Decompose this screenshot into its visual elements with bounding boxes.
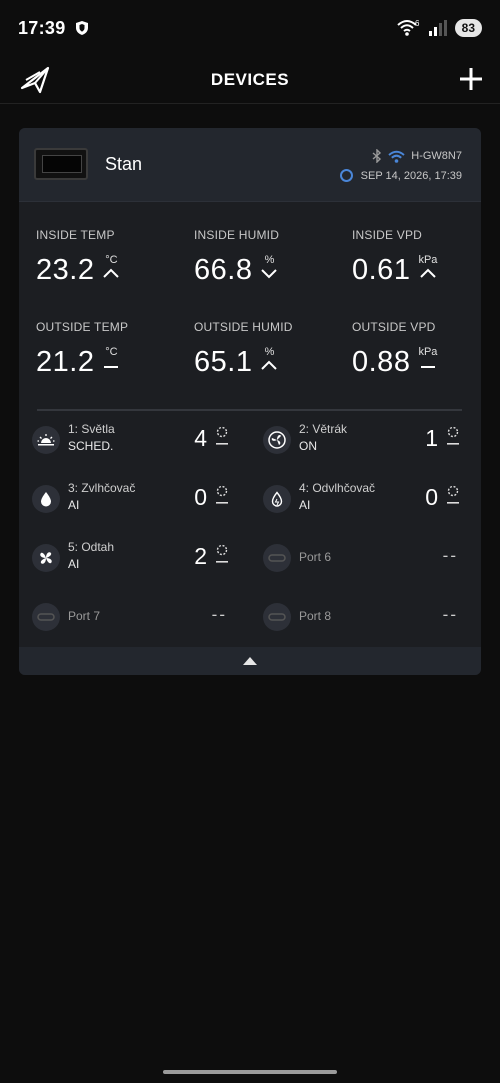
logo-icon[interactable] (20, 66, 50, 94)
sensor-value: 65.1 (194, 346, 253, 378)
sensor-inside-humid[interactable]: INSIDE HUMID 66.8 % (194, 228, 334, 287)
level-indicator-icon (447, 426, 459, 445)
port-level: 2 (194, 543, 207, 569)
port-mode: AI (68, 557, 80, 571)
plus-icon[interactable] (458, 66, 484, 92)
bluetooth-icon (372, 149, 382, 163)
light-icon (32, 426, 60, 454)
sensor-inside-temp[interactable]: INSIDE TEMP 23.2 °C (36, 228, 176, 287)
trend-down-icon (261, 269, 278, 279)
port-mode: AI (68, 498, 80, 512)
port-name: 2: Větrák (299, 422, 348, 436)
sensor-value: 23.2 (36, 254, 95, 286)
plug-icon (263, 603, 291, 631)
sensor-label: INSIDE TEMP (36, 228, 115, 242)
plug-icon (263, 544, 291, 572)
device-timestamp: SEP 14, 2026, 17:39 (360, 169, 462, 182)
port-2[interactable]: 2: Větrák ON 1 (250, 422, 468, 462)
sensor-label: OUTSIDE VPD (352, 320, 436, 334)
card-collapse-bar[interactable] (19, 647, 481, 675)
trend-flat-icon (104, 366, 119, 368)
port-mode: SCHED. (68, 439, 114, 453)
app-header: DEVICES (0, 56, 500, 104)
port-1[interactable]: 1: Světla SCHED. 4 (19, 422, 237, 462)
level-indicator-icon (447, 485, 459, 504)
sensor-unit: kPa (418, 346, 438, 358)
collapse-up-icon[interactable] (243, 657, 257, 665)
sensor-unit: °C (105, 254, 118, 266)
svg-text:6: 6 (415, 19, 420, 28)
divider (37, 409, 462, 411)
sensor-unit: kPa (418, 254, 438, 266)
device-card-header[interactable]: Stan H-GW8N7 SEP 14, 2026, 17:39 (19, 128, 481, 202)
port-mode: ON (299, 439, 317, 453)
sensor-unit: % (264, 254, 275, 266)
port-level: 0 (194, 484, 207, 510)
home-indicator[interactable] (163, 1070, 337, 1074)
sensor-value: 0.61 (352, 254, 411, 286)
drop-outline-icon (263, 485, 291, 513)
level-indicator-icon (216, 485, 228, 504)
port-name: Port 6 (299, 550, 332, 564)
sensor-label: INSIDE VPD (352, 228, 423, 242)
port-level: 4 (194, 425, 207, 451)
device-id-row: H-GW8N7 (372, 149, 462, 163)
port-name: 3: Zvlhčovač (68, 481, 136, 495)
port-level: -- (211, 605, 227, 624)
sensor-label: OUTSIDE TEMP (36, 320, 129, 334)
sync-icon (339, 169, 353, 182)
device-id: H-GW8N7 (411, 150, 462, 162)
trend-up-icon (420, 268, 436, 278)
trend-up-icon (103, 268, 120, 278)
level-indicator-icon (216, 544, 228, 563)
port-level: -- (442, 546, 458, 565)
port-level: 0 (425, 484, 438, 510)
wifi-icon (388, 150, 405, 163)
status-time: 17:39 (18, 17, 66, 38)
signal-icon (428, 20, 447, 36)
port-8[interactable]: Port 8 -- (250, 599, 468, 639)
port-name: 5: Odtah (68, 540, 115, 554)
port-mode: AI (299, 498, 311, 512)
trend-up-icon (261, 360, 278, 370)
sensor-label: INSIDE HUMID (194, 228, 280, 242)
port-name: Port 7 (68, 609, 101, 623)
battery-badge: 83 (454, 19, 482, 37)
sensor-unit: °C (105, 346, 118, 358)
sensor-outside-humid[interactable]: OUTSIDE HUMID 65.1 % (194, 320, 334, 379)
port-5[interactable]: 5: Odtah AI 2 (19, 540, 237, 580)
port-4[interactable]: 4: Odvlhčovač AI 0 (250, 481, 468, 521)
status-bar: 17:39 6 83 (0, 0, 500, 56)
port-name: 4: Odvlhčovač (299, 481, 376, 495)
port-level: -- (442, 605, 458, 624)
sensor-outside-vpd[interactable]: OUTSIDE VPD 0.88 kPa (352, 320, 481, 379)
device-card[interactable]: Stan H-GW8N7 SEP 14, 2026, 17:39 INSIDE … (19, 128, 481, 675)
sensor-value: 66.8 (194, 254, 253, 286)
port-name: Port 8 (299, 609, 332, 623)
sensor-label: OUTSIDE HUMID (194, 320, 293, 334)
port-6[interactable]: Port 6 -- (250, 540, 468, 580)
device-name: Stan (105, 154, 143, 174)
fan-icon (263, 426, 291, 454)
port-level: 1 (425, 425, 438, 451)
port-name: 1: Světla (68, 422, 115, 436)
status-right: 6 83 (396, 19, 482, 37)
sensor-outside-temp[interactable]: OUTSIDE TEMP 21.2 °C (36, 320, 176, 379)
sensor-inside-vpd[interactable]: INSIDE VPD 0.61 kPa (352, 228, 481, 287)
port-3[interactable]: 3: Zvlhčovač AI 0 (19, 481, 237, 521)
sensor-value: 0.88 (352, 346, 411, 378)
device-image (34, 148, 88, 180)
sensor-unit: % (264, 346, 275, 358)
trend-flat-icon (420, 366, 435, 368)
port-7[interactable]: Port 7 -- (19, 599, 237, 639)
page-title: DEVICES (210, 69, 290, 89)
level-indicator-icon (216, 426, 228, 445)
sensor-value: 21.2 (36, 346, 95, 378)
shield-icon (75, 21, 88, 35)
plug-icon (32, 603, 60, 631)
exhaust-fan-icon (32, 544, 60, 572)
wifi-6-icon: 6 (396, 19, 420, 36)
device-time-row: SEP 14, 2026, 17:39 (339, 169, 462, 182)
drop-icon (32, 485, 60, 513)
